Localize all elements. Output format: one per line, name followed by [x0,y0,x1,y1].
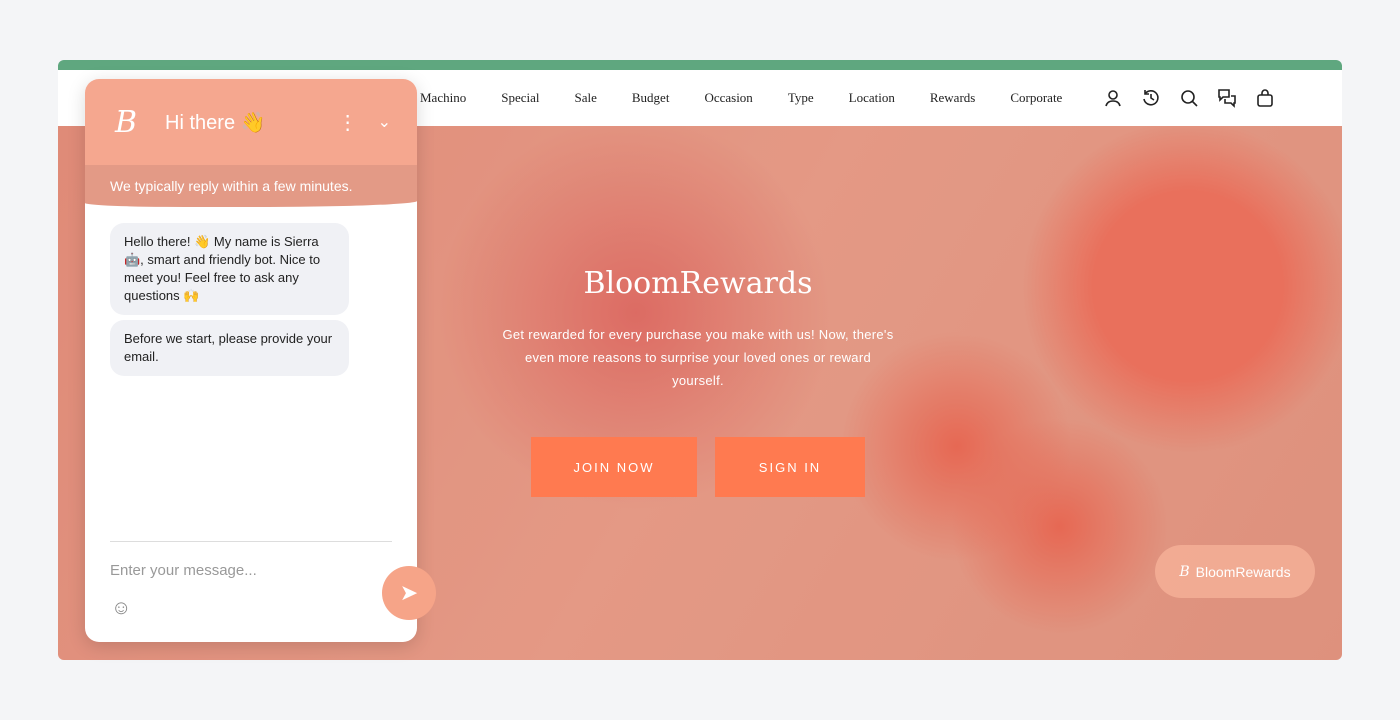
nav-location[interactable]: Location [849,90,895,106]
top-bar [58,60,1342,70]
emoji-icon[interactable]: ☺ [111,597,131,620]
chat-greeting: Hi there 👋 [165,111,266,134]
sign-in-button[interactable]: SIGN IN [715,437,865,497]
message-input[interactable]: Enter your message... [110,541,392,579]
search-icon[interactable] [1179,88,1199,108]
send-button[interactable]: ➤ [382,566,436,620]
bag-icon[interactable] [1255,88,1275,108]
logo-icon: B [1179,563,1190,580]
hero-text: Get rewarded for every purchase you make… [502,327,894,388]
nav-special[interactable]: Special [501,90,539,106]
nav-budget[interactable]: Budget [632,90,670,106]
chat-message: Before we start, please provide your ema… [110,320,349,376]
nav-rewards[interactable]: Rewards [930,90,976,106]
nav-sale[interactable]: Sale [574,90,596,106]
nav-occasion[interactable]: Occasion [704,90,752,106]
more-options-icon[interactable]: ⋮ [338,110,358,135]
history-icon[interactable] [1141,88,1161,108]
nav-corporate[interactable]: Corporate [1010,90,1062,106]
nav-machino[interactable]: Machino [420,90,466,106]
chat-logo: B [115,104,138,140]
chat-icon[interactable] [1217,88,1237,108]
chat-message: Hello there! 👋 My name is Sierra 🤖, smar… [110,223,349,315]
badge-label: BloomRewards [1195,563,1291,580]
chevron-down-icon[interactable]: ⌄ [378,112,391,132]
rewards-badge-button[interactable]: B BloomRewards [1155,545,1315,598]
chat-subtitle: We typically reply within a few minutes. [85,165,417,207]
chat-widget: B Hi there 👋 ⋮ ⌄ We typically reply with… [85,79,436,642]
hero-title: BloomRewards [583,266,813,301]
join-now-button[interactable]: JOIN NOW [531,437,697,497]
user-icon[interactable] [1103,88,1123,108]
nav-type[interactable]: Type [788,90,814,106]
